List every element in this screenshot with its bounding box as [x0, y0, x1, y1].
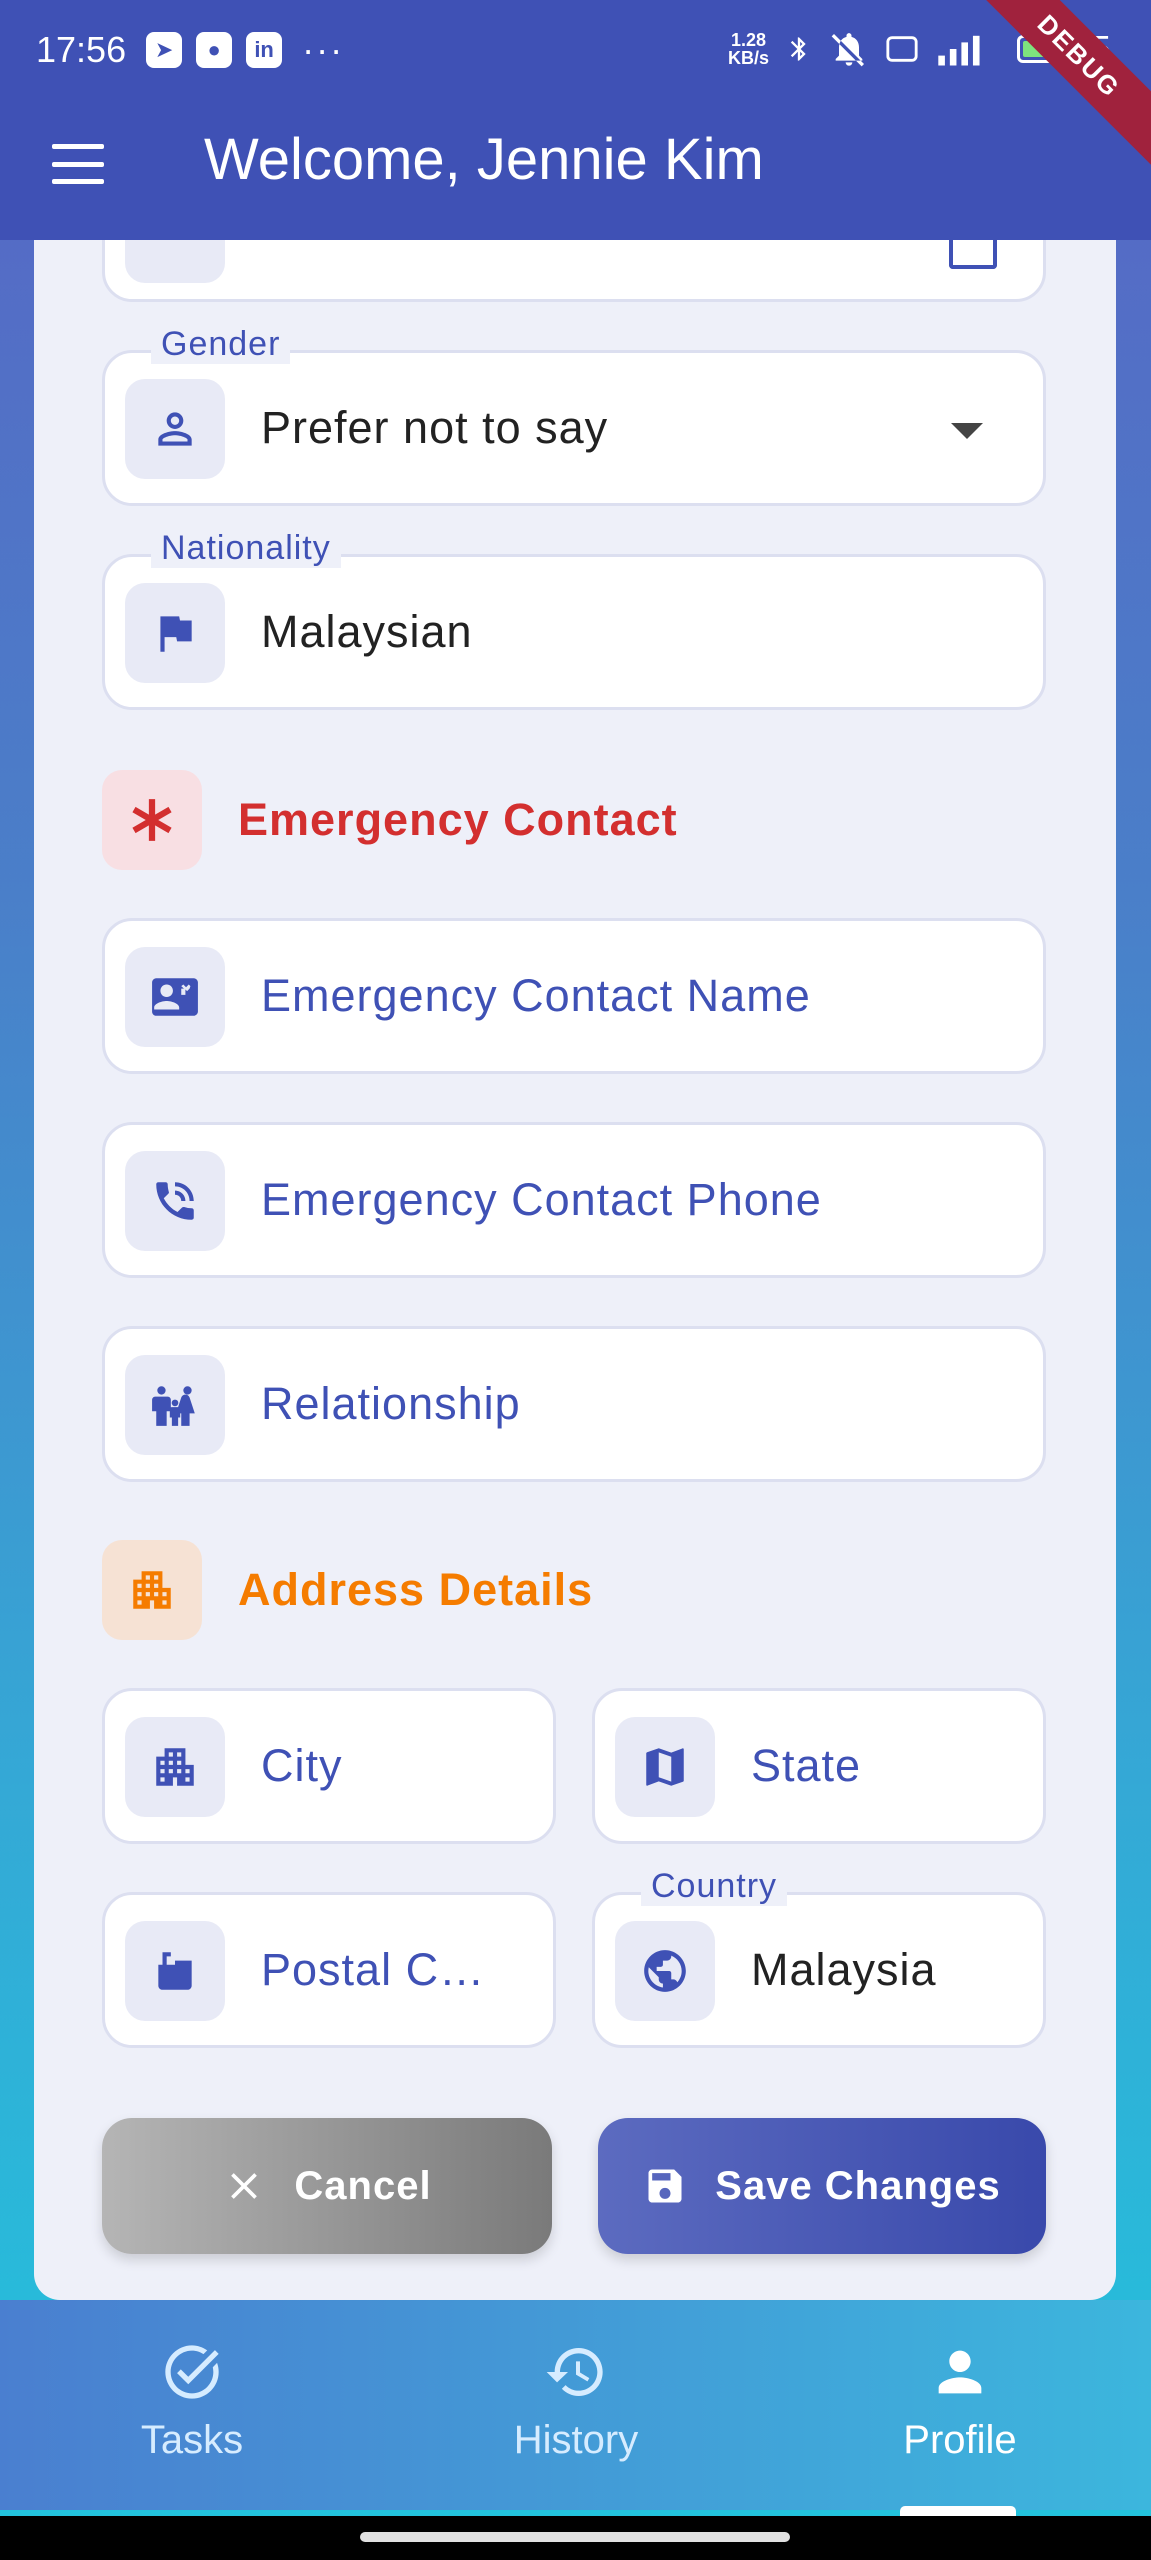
menu-icon[interactable] [52, 144, 104, 184]
top-bar: 17:56 ➤ ● in ··· 1.28 KB/s 5 DEBUG Welco… [0, 0, 1151, 240]
nationality-value: Malaysian [261, 606, 473, 657]
signal-icon [938, 35, 980, 66]
mute-icon [831, 33, 864, 67]
save-icon [648, 2169, 682, 2203]
person-icon [938, 2350, 982, 2394]
calendar-icon [125, 240, 225, 283]
emergency-contact-title: Emergency Contact [238, 794, 678, 845]
nav-label-tasks: Tasks [140, 2418, 244, 2462]
save-changes-button-label: Save Changes [715, 2163, 1001, 2208]
nav-label-profile: Profile [903, 2418, 1017, 2462]
cancel-button[interactable]: Cancel [102, 2118, 552, 2254]
active-tab-indicator [900, 2506, 1016, 2516]
country-field[interactable]: Country Malaysia [592, 1867, 1046, 2048]
emergency-contact-name-field[interactable]: Emergency Contact Name [102, 918, 1046, 1074]
dropdown-arrow-icon[interactable] [951, 423, 983, 439]
linkedin-icon: in [246, 32, 283, 68]
history-icon [546, 2348, 603, 2396]
emergency-contact-phone-field[interactable]: Emergency Contact Phone [102, 1122, 1046, 1278]
save-changes-button[interactable]: Save Changes [598, 2118, 1046, 2254]
city-building-icon [125, 1717, 225, 1817]
flag-icon [125, 583, 225, 683]
close-icon [231, 2173, 258, 2199]
person-outline-icon [125, 379, 225, 479]
country-value: Malaysia [751, 1944, 937, 1995]
relationship-field[interactable]: Relationship [102, 1326, 1046, 1482]
map-icon [615, 1717, 715, 1817]
phone-call-icon [125, 1151, 225, 1251]
nav-item-tasks[interactable]: Tasks [62, 2340, 322, 2463]
check-circle-icon [165, 2345, 219, 2399]
postal-code-placeholder: Postal C… [261, 1944, 486, 1995]
state-placeholder: State [751, 1740, 862, 1791]
calendar-picker-icon[interactable] [949, 240, 997, 269]
chat-icon: ● [196, 32, 233, 68]
home-gesture-handle[interactable] [360, 2532, 790, 2542]
more-notifications-icon: ··· [302, 29, 345, 70]
bluetooth-icon [790, 37, 806, 61]
cancel-button-label: Cancel [294, 2163, 432, 2208]
telegram-icon: ➤ [146, 32, 183, 68]
globe-icon [615, 1921, 715, 2021]
asterisk-icon [102, 770, 202, 870]
emergency-contact-section-header: Emergency Contact [102, 770, 678, 870]
gender-value: Prefer not to say [261, 402, 609, 453]
address-details-section-header: Address Details [102, 1540, 593, 1640]
family-icon [125, 1355, 225, 1455]
emergency-contact-phone-placeholder: Emergency Contact Phone [261, 1174, 822, 1225]
address-details-title: Address Details [238, 1564, 594, 1615]
relationship-placeholder: Relationship [261, 1378, 521, 1429]
nationality-field[interactable]: Nationality Malaysian [102, 529, 1046, 710]
status-time: 17:56 [36, 29, 127, 70]
profile-form-card: Gender Prefer not to say Nationality Mal… [34, 240, 1116, 2300]
volte-icon [886, 36, 918, 62]
city-placeholder: City [261, 1740, 343, 1791]
bottom-navigation: Tasks History Profile [0, 2300, 1151, 2510]
status-bar: 17:56 ➤ ● in ··· 1.28 KB/s 5 [0, 0, 1151, 100]
nav-item-profile[interactable]: Profile [830, 2340, 1090, 2463]
gender-dropdown[interactable]: Gender Prefer not to say [102, 325, 1046, 506]
apartment-icon [102, 1540, 202, 1640]
page-title: Welcome, Jennie Kim [204, 127, 764, 192]
date-of-birth-field[interactable] [102, 240, 1046, 302]
mailbox-icon [125, 1921, 225, 2021]
emergency-contact-name-placeholder: Emergency Contact Name [261, 970, 811, 1021]
state-field[interactable]: State [592, 1688, 1046, 1844]
city-field[interactable]: City [102, 1688, 556, 1844]
nav-item-history[interactable]: History [446, 2340, 706, 2463]
contact-card-icon [125, 947, 225, 1047]
network-speed: 1.28 KB/s [727, 30, 769, 68]
app-bar: Welcome, Jennie Kim [0, 100, 1151, 240]
postal-code-field[interactable]: Postal C… [102, 1892, 556, 2048]
nav-label-history: History [513, 2418, 639, 2462]
